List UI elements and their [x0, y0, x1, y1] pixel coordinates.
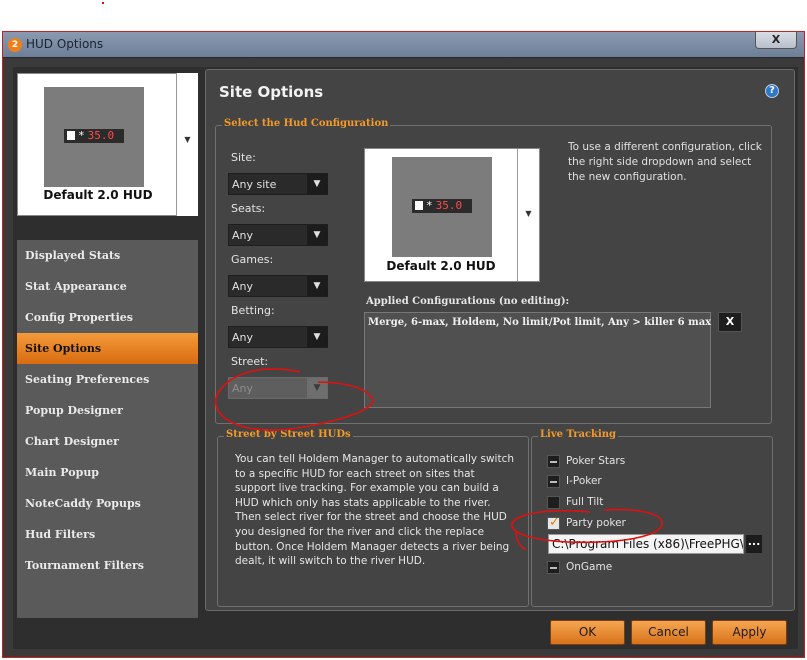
street-huds-group: Street by Street HUDs You can tell Holde…: [217, 429, 529, 607]
ok-button[interactable]: OK: [550, 620, 625, 645]
nav-item-displayed-stats[interactable]: Displayed Stats: [17, 240, 198, 271]
nav-item-main-popup[interactable]: Main Popup: [17, 457, 198, 488]
betting-label: Betting:: [231, 304, 275, 317]
partypoker-checkbox[interactable]: ✓: [547, 515, 560, 530]
hud-preview-image: * 35.0: [44, 87, 144, 187]
fulltilt-label: Full Tilt: [566, 496, 604, 508]
pokerstars-checkbox[interactable]: [547, 455, 560, 468]
hud-stat-chip: * 35.0: [64, 129, 124, 143]
hud-box-icon: [415, 201, 423, 210]
app-logo-icon: 2: [8, 38, 22, 52]
partypoker-path-input[interactable]: C:\Program Files (x86)\FreePHG\: [548, 534, 744, 554]
hud-star: *: [78, 129, 85, 142]
live-tracking-group-title: Live Tracking: [538, 429, 619, 440]
remove-config-button[interactable]: X: [718, 312, 742, 332]
ongame-label: OnGame: [566, 561, 613, 573]
ipoker-checkbox[interactable]: [547, 475, 560, 488]
street-combo-value: Any: [232, 382, 254, 395]
applied-config-item: Merge, 6-max, Holdem, No limit/Pot limit…: [368, 317, 712, 328]
nav-item-notecaddy-popups[interactable]: NoteCaddy Popups: [17, 488, 198, 519]
chevron-down-icon[interactable]: ▼: [307, 276, 327, 296]
hud-options-window: 2 HUD Options X * 35.0 Default 2.0 HUD ▼ …: [2, 31, 805, 658]
applied-configs-label: Applied Configurations (no editing):: [366, 296, 570, 307]
street-combo: Any ▼: [228, 377, 328, 399]
pokerstars-label: Poker Stars: [566, 455, 626, 467]
annotation-dot: [102, 2, 104, 4]
nav-item-hud-filters[interactable]: Hud Filters: [17, 519, 198, 550]
chevron-down-icon[interactable]: ▼: [307, 327, 327, 347]
games-combo-value: Any: [232, 280, 254, 293]
nav-item-tournament-filters[interactable]: Tournament Filters: [17, 550, 198, 581]
config-preview-card[interactable]: * 35.0 Default 2.0 HUD ▼: [364, 148, 540, 282]
config-dropdown-button[interactable]: ▼: [517, 149, 539, 281]
seats-combo[interactable]: Any ▼: [228, 224, 328, 246]
seats-combo-value: Any: [232, 229, 254, 242]
hud-preview-name: Default 2.0 HUD: [43, 188, 153, 202]
chevron-down-icon[interactable]: ▼: [307, 225, 327, 245]
chevron-down-icon[interactable]: ▼: [307, 174, 327, 194]
check-icon: ✓: [549, 515, 560, 530]
seats-label: Seats:: [231, 202, 266, 215]
applied-configs-list: Merge, 6-max, Holdem, No limit/Pot limit…: [364, 312, 711, 408]
hud-preview-dropdown[interactable]: ▼: [176, 73, 198, 216]
apply-button[interactable]: Apply: [712, 620, 787, 645]
hud-config-group-title: Select the Hud Configuration: [222, 118, 391, 129]
site-options-panel: Site Options ? Select the Hud Configurat…: [205, 69, 795, 611]
nav-item-seating-preferences[interactable]: Seating Preferences: [17, 364, 198, 395]
nav-item-popup-designer[interactable]: Popup Designer: [17, 395, 198, 426]
options-nav: Displayed Stats Stat Appearance Config P…: [17, 240, 198, 618]
cancel-button[interactable]: Cancel: [631, 620, 706, 645]
ongame-checkbox[interactable]: [547, 561, 560, 574]
live-tracking-group: Live Tracking Poker Stars I-Poker Full T…: [531, 429, 773, 607]
chevron-down-icon: ▼: [525, 209, 532, 218]
nav-item-stat-appearance[interactable]: Stat Appearance: [17, 271, 198, 302]
hud-preview-card[interactable]: * 35.0 Default 2.0 HUD: [17, 73, 198, 216]
games-combo[interactable]: Any ▼: [228, 275, 328, 297]
street-label: Street:: [231, 355, 269, 368]
page-title: Site Options: [219, 83, 324, 101]
window-title: HUD Options: [26, 37, 104, 51]
nav-item-site-options[interactable]: Site Options: [17, 333, 198, 364]
hud-box-icon: [67, 131, 75, 140]
betting-combo[interactable]: Any ▼: [228, 326, 328, 348]
close-button[interactable]: X: [755, 32, 797, 49]
nav-item-chart-designer[interactable]: Chart Designer: [17, 426, 198, 457]
hud-stat-chip: * 35.0: [412, 199, 472, 213]
chevron-down-icon: ▼: [307, 378, 327, 398]
games-label: Games:: [231, 253, 274, 266]
fulltilt-checkbox[interactable]: [547, 496, 560, 509]
config-preview-name: Default 2.0 HUD: [386, 259, 496, 273]
partypoker-label: Party poker: [566, 517, 626, 529]
title-bar: 2 HUD Options X: [3, 32, 804, 58]
ipoker-label: I-Poker: [566, 475, 602, 487]
hud-stat-value: 35.0: [435, 199, 463, 212]
hud-config-group: Select the Hud Configuration Site: Any s…: [215, 118, 772, 424]
hud-star: *: [426, 199, 433, 212]
site-label: Site:: [231, 151, 256, 164]
site-combo[interactable]: Any site ▼: [228, 173, 328, 195]
betting-combo-value: Any: [232, 331, 254, 344]
config-hint-text: To use a different configuration, click …: [568, 141, 762, 183]
client-area: * 35.0 Default 2.0 HUD ▼ Displayed Stats …: [13, 67, 798, 649]
site-combo-value: Any site: [232, 178, 277, 191]
config-preview-image: * 35.0: [392, 157, 492, 257]
chevron-down-icon: ▼: [184, 135, 191, 144]
help-icon[interactable]: ?: [765, 84, 779, 98]
street-huds-description: You can tell Holdem Manager to automatic…: [235, 453, 514, 568]
street-huds-group-title: Street by Street HUDs: [224, 429, 353, 440]
hud-stat-value: 35.0: [87, 129, 115, 142]
browse-path-button[interactable]: ...: [745, 534, 763, 554]
nav-item-config-properties[interactable]: Config Properties: [17, 302, 198, 333]
